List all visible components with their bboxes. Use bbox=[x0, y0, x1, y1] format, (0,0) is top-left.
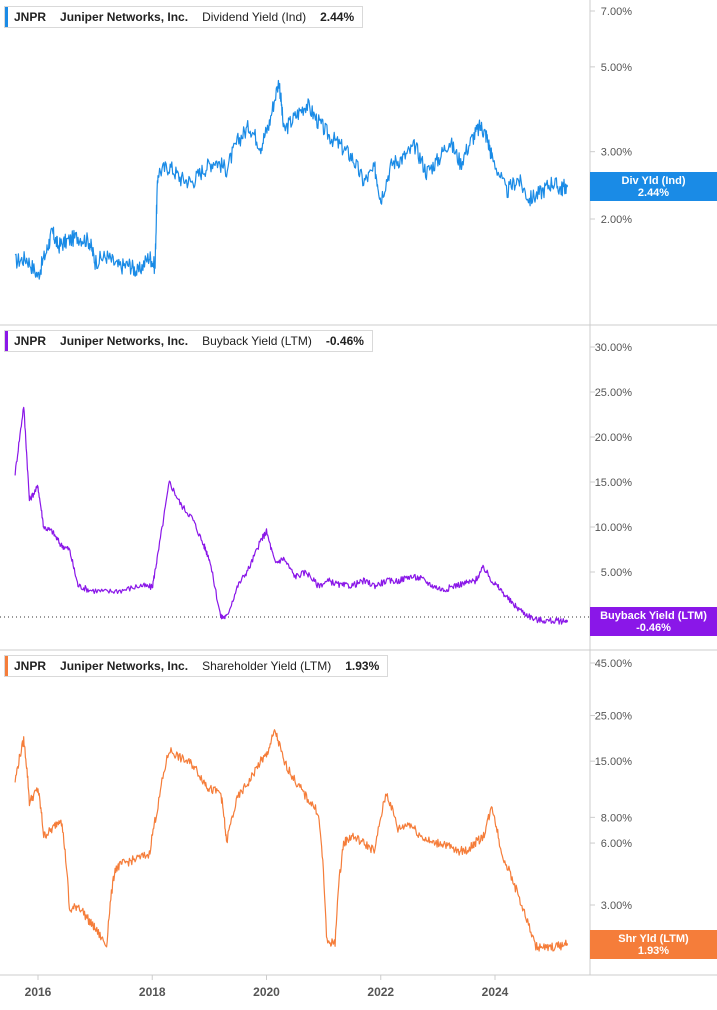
panel-label-shareholder: JNPR Juniper Networks, Inc. Shareholder … bbox=[4, 655, 389, 677]
legend-swatch bbox=[5, 331, 8, 351]
y-tick-label: 3.00% bbox=[601, 147, 632, 159]
y-tick-label: 30.00% bbox=[595, 342, 633, 354]
y-tick-label: 20.00% bbox=[595, 432, 633, 444]
x-tick-label: 2020 bbox=[253, 985, 280, 999]
y-tick-label: 5.00% bbox=[601, 62, 632, 74]
metric-label: Dividend Yield (Ind) bbox=[202, 10, 307, 24]
legend-swatch bbox=[5, 7, 8, 27]
last-value-point bbox=[564, 942, 568, 946]
y-tick-label: 3.00% bbox=[601, 900, 632, 912]
series-line bbox=[14, 729, 567, 952]
y-tick-label: 45.00% bbox=[595, 658, 633, 670]
y-tick-label: 10.00% bbox=[595, 522, 633, 534]
value-tag-shareholder: Shr Yld (LTM) 1.93% bbox=[590, 930, 717, 959]
tag-label: Shr Yld (LTM) bbox=[618, 933, 689, 945]
y-tick-label: 8.00% bbox=[601, 812, 632, 824]
company-label: Juniper Networks, Inc. bbox=[60, 659, 189, 673]
panel-label-buyback: JNPR Juniper Networks, Inc. Buyback Yiel… bbox=[4, 330, 373, 352]
x-tick-label: 2022 bbox=[367, 985, 394, 999]
series-line bbox=[14, 406, 567, 625]
y-tick-label: 15.00% bbox=[595, 477, 633, 489]
tag-value: -0.46% bbox=[636, 622, 671, 634]
x-tick-label: 2018 bbox=[139, 985, 166, 999]
tag-value: 1.93% bbox=[637, 945, 670, 957]
y-tick-label: 7.00% bbox=[601, 6, 632, 18]
tag-value: 2.44% bbox=[637, 187, 670, 199]
last-value-point bbox=[564, 184, 568, 188]
legend-swatch bbox=[5, 656, 8, 676]
value-tag-buyback: Buyback Yield (LTM) -0.46% bbox=[590, 607, 717, 636]
x-tick-label: 2024 bbox=[482, 985, 509, 999]
tag-label: Div Yld (Ind) bbox=[621, 175, 686, 187]
metric-label: Buyback Yield (LTM) bbox=[202, 334, 312, 348]
y-tick-label: 5.00% bbox=[601, 567, 632, 579]
series-line bbox=[14, 79, 567, 280]
y-tick-label: 15.00% bbox=[595, 756, 633, 768]
y-tick-label: 25.00% bbox=[595, 387, 633, 399]
ticker-label: JNPR bbox=[14, 659, 47, 673]
value-tag-dividend: Div Yld (Ind) 2.44% bbox=[590, 172, 717, 201]
x-tick-label: 2016 bbox=[25, 985, 52, 999]
chart-root: 7.00% 5.00% 3.00% 2.00% 30.00% 25.00% 20.00% 15… bbox=[0, 0, 717, 1005]
ticker-label: JNPR bbox=[14, 334, 47, 348]
y-tick-label: 25.00% bbox=[595, 711, 633, 723]
company-label: Juniper Networks, Inc. bbox=[60, 10, 189, 24]
y-tick-label: 6.00% bbox=[601, 838, 632, 850]
metric-label: Shareholder Yield (LTM) bbox=[202, 659, 332, 673]
metric-value: -0.46% bbox=[325, 334, 364, 348]
last-value-point bbox=[564, 619, 568, 623]
company-label: Juniper Networks, Inc. bbox=[60, 334, 189, 348]
metric-value: 2.44% bbox=[320, 10, 355, 24]
ticker-label: JNPR bbox=[14, 10, 47, 24]
panel-label-dividend: JNPR Juniper Networks, Inc. Dividend Yie… bbox=[4, 6, 364, 28]
tag-label: Buyback Yield (LTM) bbox=[600, 610, 707, 622]
metric-value: 1.93% bbox=[345, 659, 380, 673]
y-tick-label: 2.00% bbox=[601, 214, 632, 226]
charts-svg: 7.00% 5.00% 3.00% 2.00% 30.00% 25.00% 20.00% 15… bbox=[0, 0, 717, 999]
